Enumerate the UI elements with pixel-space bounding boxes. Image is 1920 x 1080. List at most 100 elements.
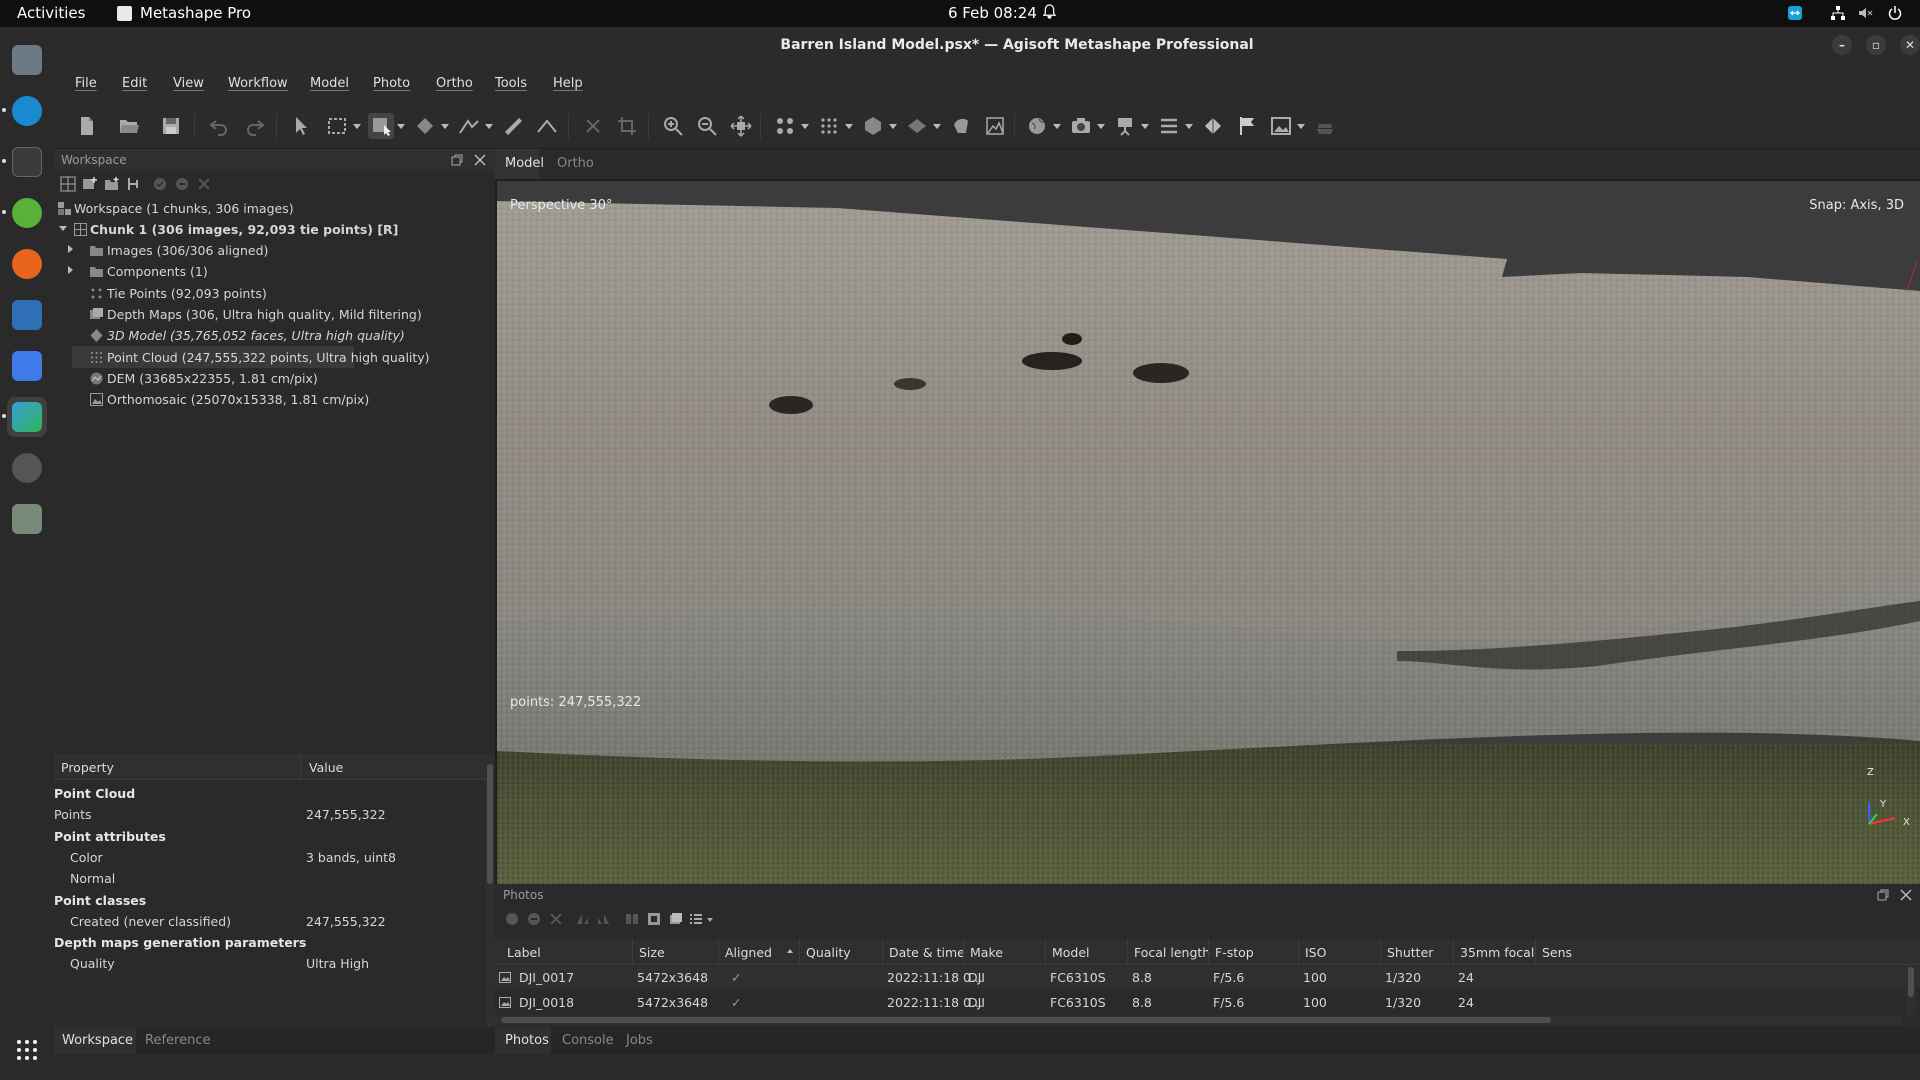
properties-scrollbar[interactable] <box>485 754 495 1027</box>
dock-virtualbox[interactable] <box>7 295 47 335</box>
tab-reference[interactable]: Reference <box>145 1033 210 1048</box>
tree-item[interactable]: Depth Maps (306, Ultra high quality, Mil… <box>54 303 495 325</box>
dock-software-updater[interactable] <box>7 448 47 488</box>
region-view-dropdown-arrow[interactable] <box>1185 124 1193 129</box>
selection-dropdown-arrow[interactable] <box>353 124 361 129</box>
column-header[interactable]: F-stop <box>1215 945 1254 960</box>
menu-ortho[interactable]: Ortho <box>436 76 473 91</box>
model-textured-button[interactable] <box>904 113 930 139</box>
power-icon[interactable] <box>1887 5 1903 21</box>
tree-chunk-1[interactable]: Chunk 1 (306 images, 92,093 tie points) … <box>54 218 495 240</box>
navigation-tool-button[interactable] <box>288 113 314 139</box>
rectangle-selection-button[interactable] <box>324 113 350 139</box>
property-group[interactable]: Point classes <box>54 889 485 911</box>
draw-polyline-button[interactable] <box>456 113 482 139</box>
app-menu-icon[interactable] <box>117 6 132 21</box>
markers-dropdown-arrow[interactable] <box>1141 124 1149 129</box>
expand-arrow-icon[interactable] <box>68 245 73 253</box>
menu-file[interactable]: File <box>75 76 97 91</box>
tie-points-dropdown-arrow[interactable] <box>801 124 809 129</box>
tab-model[interactable]: Model <box>505 156 544 171</box>
tree-item[interactable]: Tie Points (92,093 points) <box>54 282 495 304</box>
photo-row[interactable]: DJI_0017 5472x3648 ✓ 2022:11:18 0... DJI FC63… <box>495 966 1920 988</box>
point-cloud-view-button[interactable] <box>816 113 842 139</box>
scrollbar-thumb[interactable] <box>501 1017 1551 1023</box>
remove-camera-icon[interactable] <box>549 912 563 926</box>
rotate-object-button[interactable] <box>412 113 438 139</box>
model-dropdown-arrow[interactable] <box>889 124 897 129</box>
point-cloud-dropdown-arrow[interactable] <box>845 124 853 129</box>
tree-item[interactable]: DEM (33685x22355, 1.81 cm/pix) <box>54 367 495 389</box>
window-title-bar[interactable]: Barren Island Model.psx* — Agisoft Metas… <box>54 27 1920 63</box>
model-shaded-button[interactable] <box>860 113 886 139</box>
column-header[interactable]: Focal length <box>1134 945 1210 960</box>
basemap-dropdown-arrow[interactable] <box>1297 124 1305 129</box>
tiled-model-button[interactable] <box>948 113 974 139</box>
column-header[interactable]: Size <box>639 945 665 960</box>
column-header[interactable]: Shutter <box>1387 945 1433 960</box>
rotate-dropdown-arrow[interactable] <box>441 124 449 129</box>
enable-icon[interactable] <box>152 176 168 192</box>
column-header[interactable]: Label <box>507 945 541 960</box>
column-header[interactable]: Quality <box>806 945 851 960</box>
show-region-button[interactable] <box>1156 113 1182 139</box>
menu-edit[interactable]: Edit <box>122 76 147 91</box>
column-header[interactable]: Make <box>970 945 1003 960</box>
property-column-header[interactable]: Property <box>61 760 114 775</box>
remove-icon[interactable] <box>196 176 212 192</box>
app-menu-label[interactable]: Metashape Pro <box>140 4 251 22</box>
volume-muted-icon[interactable] <box>1857 5 1873 21</box>
menu-view[interactable]: View <box>173 76 204 91</box>
show-masks-icon[interactable] <box>647 912 661 926</box>
show-cameras-button[interactable] <box>1068 113 1094 139</box>
layers-button[interactable] <box>1312 113 1338 139</box>
menu-model[interactable]: Model <box>310 76 349 91</box>
close-panel-icon[interactable] <box>1900 889 1912 901</box>
globe-dropdown-arrow[interactable] <box>1053 124 1061 129</box>
dock-firefox[interactable] <box>7 244 47 284</box>
tab-console[interactable]: Console <box>562 1033 614 1048</box>
resize-region-button[interactable] <box>368 113 394 139</box>
tab-photos[interactable]: Photos <box>505 1033 549 1048</box>
photos-vertical-scrollbar[interactable] <box>1906 965 1916 1015</box>
add-chunk-icon[interactable] <box>60 176 76 192</box>
teamviewer-tray-icon[interactable] <box>1787 5 1803 21</box>
property-row[interactable]: Normal <box>54 867 485 889</box>
close-window-button[interactable]: ✕ <box>1900 35 1920 55</box>
column-header[interactable]: 35mm focal <box>1460 945 1534 960</box>
dock-terminal[interactable] <box>7 142 47 182</box>
column-header[interactable]: Aligned <box>725 945 772 960</box>
property-row[interactable]: Color 3 bands, uint8 <box>54 846 485 868</box>
shape-tool-button[interactable] <box>534 113 560 139</box>
add-photos-icon[interactable] <box>82 176 98 192</box>
column-separator[interactable] <box>1045 939 1046 965</box>
property-row[interactable]: Quality Ultra High <box>54 952 485 974</box>
view-mode-icon[interactable] <box>689 912 703 926</box>
column-separator[interactable] <box>1298 939 1299 965</box>
column-separator[interactable] <box>1127 939 1128 965</box>
tab-jobs[interactable]: Jobs <box>626 1033 653 1048</box>
delete-selection-button[interactable] <box>580 113 606 139</box>
ruler-button[interactable] <box>500 113 526 139</box>
dock-teamviewer[interactable] <box>7 91 47 131</box>
region-dropdown-arrow[interactable] <box>397 124 405 129</box>
show-flags-button[interactable] <box>1234 113 1260 139</box>
crop-selection-button[interactable] <box>614 113 640 139</box>
scrollbar-thumb[interactable] <box>487 764 493 884</box>
camera-dropdown-arrow[interactable] <box>1097 124 1105 129</box>
undo-button[interactable] <box>206 113 232 139</box>
property-group[interactable]: Point attributes <box>54 825 485 847</box>
column-header[interactable]: Model <box>1052 945 1090 960</box>
float-panel-icon[interactable] <box>1877 889 1889 901</box>
dock-files[interactable] <box>7 40 47 80</box>
tree-item[interactable]: Point Cloud (247,555,322 points, Ultra h… <box>54 345 495 368</box>
column-separator[interactable] <box>718 939 719 965</box>
column-separator[interactable] <box>632 939 633 965</box>
close-panel-icon[interactable] <box>474 154 486 166</box>
show-shapes-button[interactable] <box>1200 113 1226 139</box>
notification-bell-icon[interactable] <box>1043 4 1056 19</box>
property-group[interactable]: Point Cloud <box>54 782 485 804</box>
new-project-button[interactable] <box>74 113 100 139</box>
dock-screenshot[interactable] <box>7 346 47 386</box>
clock[interactable]: 6 Feb 08:24 <box>948 4 1037 22</box>
